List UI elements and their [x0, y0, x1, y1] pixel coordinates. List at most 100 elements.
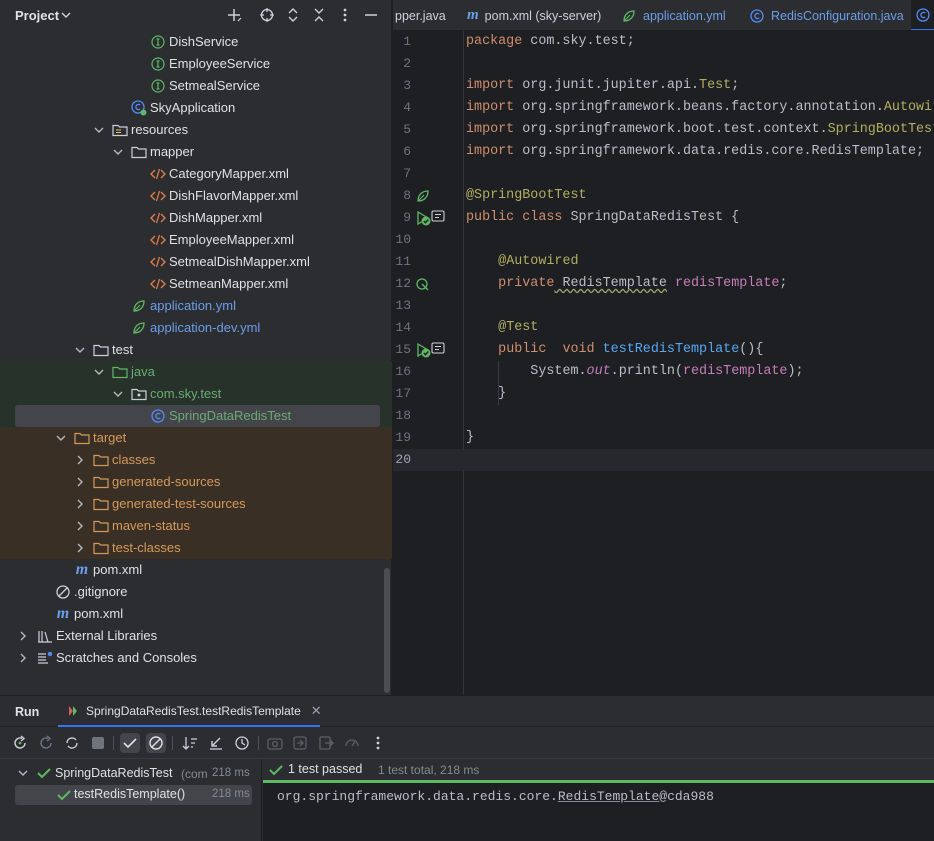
chevron-down-icon[interactable] [94, 367, 104, 377]
code-editor[interactable]: 1 package com.sky.test; 2 3 import org.junit… [393, 31, 934, 695]
export-icon[interactable] [290, 733, 310, 753]
more-options-icon[interactable] [368, 733, 388, 753]
tree-item[interactable]: SpringDataRedisTest [0, 405, 392, 427]
tree-item[interactable]: Scratches and Consoles [0, 647, 392, 669]
console-output[interactable]: org.springframework.data.redis.core.Redi… [277, 789, 714, 804]
toggle-auto-test-icon[interactable] [62, 733, 82, 753]
project-title[interactable]: Project [15, 8, 59, 23]
chevron-down-icon[interactable] [75, 345, 85, 355]
code-line[interactable]: 9 public class SpringDataRedisTest { [393, 207, 934, 229]
tab-redisconfiguration-java[interactable]: RedisConfiguration.java [749, 0, 904, 30]
code-line[interactable]: 16 System.out.println(redisTemplate); [393, 361, 934, 383]
test-results-icon[interactable] [431, 210, 447, 226]
code-line[interactable]: 17 } [393, 383, 934, 405]
chevron-right-icon[interactable] [75, 477, 85, 487]
chevron-down-icon[interactable] [56, 433, 66, 443]
code-line[interactable]: 19} [393, 427, 934, 449]
tab-pom-xml[interactable]: m pom.xml (sky-server) [467, 0, 601, 30]
tab-mapper-java[interactable]: pper.java [395, 0, 446, 30]
run-config-tab[interactable]: SpringDataRedisTest.testRedisTemplate ✕ [58, 696, 322, 727]
more-options-icon[interactable] [335, 5, 355, 25]
tree-item[interactable]: SkyApplication [0, 97, 392, 119]
expand-all-icon[interactable] [283, 5, 303, 25]
tree-item[interactable]: mapper [0, 141, 392, 163]
tab-application-yml[interactable]: application.yml [621, 0, 726, 30]
tree-item[interactable]: SetmeanMapper.xml [0, 273, 392, 295]
test-results-icon[interactable] [431, 342, 447, 358]
tree-item[interactable]: EmployeeService [0, 53, 392, 75]
tree-item[interactable]: SetmealService [0, 75, 392, 97]
tree-item[interactable]: SetmealDishMapper.xml [0, 251, 392, 273]
sort-icon[interactable] [180, 733, 200, 753]
tree-item[interactable]: com.sky.test [0, 383, 392, 405]
locate-icon[interactable] [257, 5, 277, 25]
code-line[interactable]: 1 package com.sky.test; [393, 31, 934, 53]
tree-item[interactable]: application-dev.yml [0, 317, 392, 339]
code-line[interactable]: 13 [393, 295, 934, 317]
chevron-down-icon[interactable] [94, 125, 104, 135]
tree-item[interactable]: CategoryMapper.xml [0, 163, 392, 185]
tree-item[interactable]: maven-status [0, 515, 392, 537]
code-line[interactable]: 20 [393, 449, 934, 471]
code-line[interactable]: 14 @Test [393, 317, 934, 339]
code-line[interactable]: 3 import org.junit.jupiter.api.Test; [393, 75, 934, 97]
chevron-right-icon[interactable] [75, 543, 85, 553]
chevron-down-icon[interactable] [113, 147, 123, 157]
chevron-right-icon[interactable] [75, 499, 85, 509]
autowired-bean-icon[interactable] [415, 276, 431, 292]
test-case-row[interactable]: testRedisTemplate() 218 ms [15, 785, 252, 805]
code-line[interactable]: 12 private RedisTemplate redisTemplate; [393, 273, 934, 295]
tree-item[interactable]: application.yml [0, 295, 392, 317]
history-icon[interactable] [232, 733, 252, 753]
code-line[interactable]: 10 [393, 229, 934, 251]
add-icon[interactable] [224, 5, 244, 25]
run-test-icon[interactable] [415, 210, 431, 226]
code-line[interactable]: 6 import org.springframework.data.redis.c… [393, 141, 934, 163]
run-title[interactable]: Run [15, 705, 39, 719]
tree-item[interactable]: m pom.xml [0, 559, 392, 581]
code-line[interactable]: 4 import org.springframework.beans.factor… [393, 97, 934, 119]
console-link[interactable]: RedisTemplate [558, 789, 659, 804]
tree-item[interactable]: test-classes [0, 537, 392, 559]
code-line[interactable]: 11 @Autowired [393, 251, 934, 273]
tree-item[interactable]: m pom.xml [0, 603, 392, 625]
close-icon[interactable]: ✕ [311, 703, 322, 719]
tree-item[interactable]: DishMapper.xml [0, 207, 392, 229]
tree-item[interactable]: java [0, 361, 392, 383]
screenshot-icon[interactable] [265, 733, 285, 753]
tree-item[interactable]: EmployeeMapper.xml [0, 229, 392, 251]
tree-item[interactable]: test [0, 339, 392, 361]
exit-icon[interactable] [316, 733, 336, 753]
chevron-right-icon[interactable] [75, 455, 85, 465]
tree-item[interactable]: generated-sources [0, 471, 392, 493]
stop-icon[interactable] [88, 733, 108, 753]
code-line[interactable]: 5 import org.springframework.boot.test.co… [393, 119, 934, 141]
chevron-down-icon[interactable] [113, 389, 123, 399]
project-scrollbar[interactable] [384, 568, 390, 693]
show-ignored-icon[interactable] [146, 733, 166, 753]
tree-item[interactable]: classes [0, 449, 392, 471]
minimize-icon[interactable] [361, 5, 381, 25]
code-line[interactable]: 2 [393, 53, 934, 75]
chevron-down-icon[interactable] [18, 769, 28, 777]
code-line[interactable]: 8 @SpringBootTest [393, 185, 934, 207]
chevron-right-icon[interactable] [18, 631, 28, 641]
chevron-down-icon[interactable] [60, 9, 72, 21]
code-line[interactable]: 18 [393, 405, 934, 427]
coverage-icon[interactable] [342, 733, 362, 753]
tree-item[interactable]: External Libraries [0, 625, 392, 647]
chevron-right-icon[interactable] [75, 521, 85, 531]
code-line[interactable]: 7 [393, 163, 934, 185]
code-line[interactable]: 15 public void testRedisTemplate(){ [393, 339, 934, 361]
tree-item[interactable]: generated-test-sources [0, 493, 392, 515]
show-passed-icon[interactable] [120, 733, 140, 753]
tree-item[interactable]: DishService [0, 31, 392, 53]
tree-item[interactable]: resources [0, 119, 392, 141]
tree-item[interactable]: DishFlavorMapper.xml [0, 185, 392, 207]
rerun-icon[interactable] [10, 733, 30, 753]
test-suite-row[interactable]: SpringDataRedisTest (com 218 ms [0, 763, 262, 785]
import-tests-icon[interactable] [206, 733, 226, 753]
tree-item[interactable]: .gitignore [0, 581, 392, 603]
run-test-icon[interactable] [415, 342, 431, 358]
spring-bean-icon[interactable] [415, 188, 431, 204]
